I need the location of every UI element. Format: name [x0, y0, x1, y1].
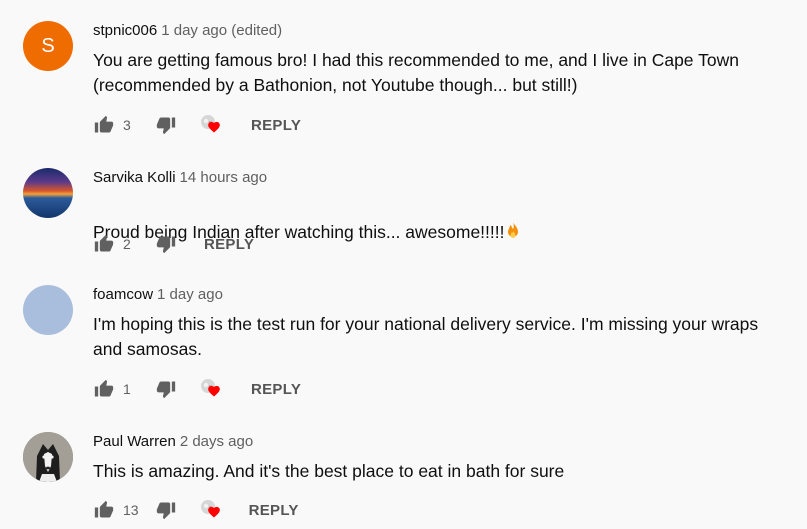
- like-count: 1: [123, 381, 131, 397]
- comment-time[interactable]: 1 day ago: [157, 286, 223, 303]
- comment-author[interactable]: Paul Warren: [93, 433, 176, 450]
- comment-actions: 3 REPLY: [93, 113, 301, 137]
- fire-emoji: [504, 222, 522, 242]
- avatar[interactable]: [23, 285, 73, 335]
- heart-icon: [208, 121, 220, 133]
- comment-header: foamcow 1 day ago: [93, 286, 223, 303]
- heart-icon: [207, 506, 220, 518]
- comment-author[interactable]: foamcow: [93, 286, 153, 303]
- comment-actions: 2 REPLY: [93, 232, 254, 256]
- avatar[interactable]: S: [23, 21, 73, 71]
- thumb-down-icon[interactable]: [155, 499, 177, 521]
- avatar-letter: S: [41, 34, 55, 57]
- dog-photo-icon: [23, 432, 73, 482]
- like-count: 3: [123, 117, 131, 133]
- comment-text: I'm hoping this is the test run for your…: [93, 314, 759, 359]
- comment-text: This is amazing. And it's the best place…: [93, 461, 565, 481]
- like-count: 2: [123, 236, 131, 252]
- creator-heart-icon: [199, 377, 225, 401]
- comment-time[interactable]: 1 day ago (edited): [161, 22, 282, 39]
- comment-time[interactable]: 2 days ago: [180, 433, 253, 450]
- avatar[interactable]: [23, 168, 73, 218]
- thumb-up-icon[interactable]: [93, 233, 115, 255]
- thumb-down-icon[interactable]: [155, 114, 177, 136]
- heart-icon: [208, 385, 220, 397]
- like-count: 13: [123, 502, 139, 518]
- avatar[interactable]: [23, 432, 73, 482]
- reply-button[interactable]: REPLY: [251, 381, 301, 398]
- comment-header: stpnic006 1 day ago (edited): [93, 22, 282, 39]
- comment-author[interactable]: stpnic006: [93, 22, 157, 39]
- comment-header: Paul Warren 2 days ago: [93, 433, 253, 450]
- thumb-down-icon[interactable]: [155, 378, 177, 400]
- thumb-up-icon[interactable]: [93, 114, 115, 136]
- comment-actions: 13 REPLY: [93, 498, 299, 522]
- thumb-down-icon[interactable]: [155, 233, 177, 255]
- reply-button[interactable]: REPLY: [204, 236, 254, 253]
- comment-author[interactable]: Sarvika Kolli: [93, 169, 176, 186]
- creator-heart-icon: [199, 113, 225, 137]
- comment-header: Sarvika Kolli 14 hours ago: [93, 169, 267, 186]
- comment-text: You are getting famous bro! I had this r…: [93, 50, 739, 95]
- comment-actions: 1 REPLY: [93, 377, 301, 401]
- comment-time[interactable]: 14 hours ago: [180, 169, 268, 186]
- thumb-up-icon[interactable]: [93, 499, 115, 521]
- thumb-up-icon[interactable]: [93, 378, 115, 400]
- reply-button[interactable]: REPLY: [249, 502, 299, 519]
- reply-button[interactable]: REPLY: [251, 117, 301, 134]
- creator-heart-icon: [199, 498, 225, 522]
